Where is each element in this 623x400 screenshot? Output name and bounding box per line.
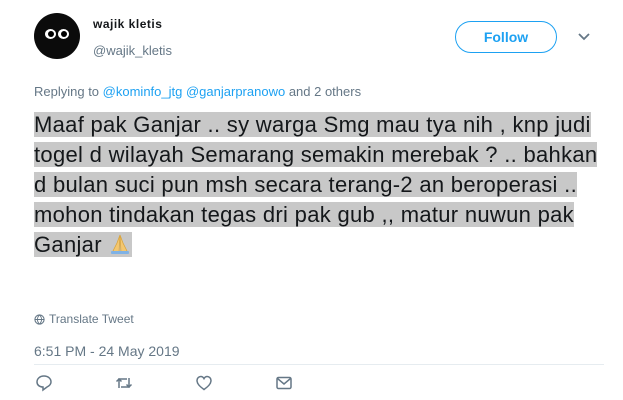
like-icon[interactable] — [195, 374, 213, 392]
avatar[interactable] — [34, 13, 80, 59]
message-icon[interactable] — [275, 374, 293, 392]
reply-suffix[interactable]: and 2 others — [289, 84, 361, 99]
globe-icon — [34, 313, 45, 325]
reply-icon[interactable] — [35, 374, 53, 392]
author-handle[interactable]: @wajik_kletis — [93, 43, 172, 58]
reply-prefix: Replying to — [34, 84, 100, 99]
translate-label[interactable]: Translate Tweet — [49, 312, 134, 326]
timestamp[interactable]: 6:51 PM - 24 May 2019 — [34, 343, 180, 359]
follow-button[interactable]: Follow — [455, 21, 557, 53]
folded-hands-emoji — [111, 234, 130, 254]
tweet-text: Maaf pak Ganjar .. sy warga Smg mau tya … — [34, 110, 614, 260]
avatar-left-eye — [45, 29, 56, 39]
retweet-icon[interactable] — [115, 374, 133, 392]
translate-tweet[interactable]: Translate Tweet — [34, 312, 134, 326]
divider — [34, 364, 604, 365]
mention-link[interactable]: @ganjarpranowo — [186, 84, 285, 99]
author-name[interactable]: wajik kletis — [93, 17, 162, 31]
mention-link[interactable]: @kominfo_jtg — [103, 84, 183, 99]
chevron-down-icon[interactable] — [577, 32, 591, 42]
avatar-right-eye — [58, 29, 69, 39]
reply-context: Replying to @kominfo_jtg @ganjarpranowo … — [34, 84, 361, 99]
